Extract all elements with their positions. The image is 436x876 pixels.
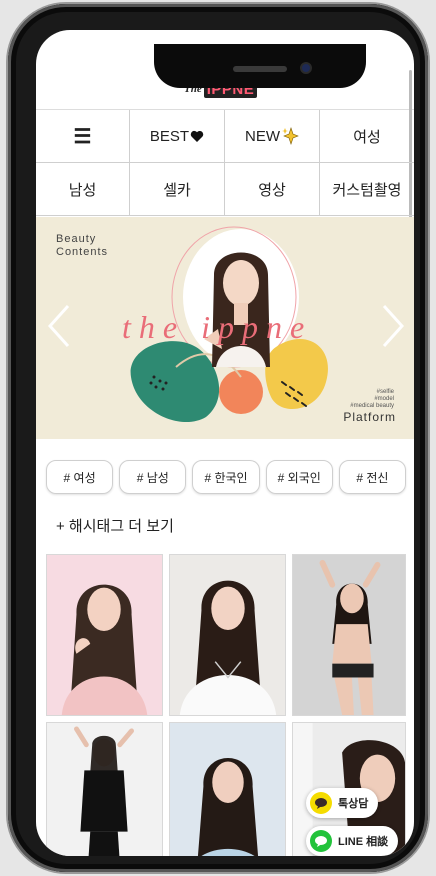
nav-item-new[interactable]: NEW — [225, 110, 320, 162]
hashtag-filter-bar: # 여성 # 남성 # 한국인 # 외국인 # 전신 — [46, 460, 407, 494]
nav-item-label: BEST — [149, 127, 190, 145]
model-photo-card[interactable] — [292, 554, 406, 716]
kakao-chat-label: 톡상담 — [338, 798, 369, 810]
more-hashtags-link[interactable]: + 해시태그 더 보기 — [56, 515, 174, 536]
banner-hashtag: #model — [374, 396, 394, 402]
nav-item-label: 셀카 — [163, 181, 191, 199]
model-photo-card[interactable] — [46, 554, 163, 716]
banner-label-line2: Contents — [56, 246, 109, 258]
banner-hashtag: #medical beauty — [350, 403, 394, 409]
model-photo — [293, 555, 405, 715]
nav-item-label: 커스텀촬영 — [332, 181, 402, 199]
nav-item-custom-shoot[interactable]: 커스텀촬영 — [320, 163, 414, 215]
kakao-chat-button[interactable]: 톡상담 — [306, 788, 379, 818]
heart-icon — [190, 130, 204, 142]
nav-item-label: 영상 — [258, 181, 286, 199]
category-nav: ☰ BEST NEW 여성 남성 셀카 영상 커스텀촬영 — [36, 110, 414, 216]
nav-row-1: ☰ BEST NEW 여성 — [36, 110, 414, 163]
carousel-next-arrow-icon[interactable] — [380, 303, 406, 349]
banner-label-line1: Beauty — [56, 233, 97, 245]
banner-hashtag: #selfie — [376, 389, 394, 395]
line-messenger-icon — [310, 830, 332, 852]
line-chat-label: LINE 相談 — [338, 836, 389, 848]
banner-label: Beauty Contents — [56, 233, 108, 259]
model-photo-card[interactable] — [169, 722, 286, 856]
mobile-screen: The IPPNE ☰ BEST NEW 여성 남성 셀카 영상 커스텀촬영 B… — [36, 30, 414, 856]
nav-row-2: 남성 셀카 영상 커스텀촬영 — [36, 163, 414, 216]
nav-item-best[interactable]: BEST — [130, 110, 225, 162]
nav-item-women[interactable]: 여성 — [320, 110, 414, 162]
sparkle-icon — [282, 127, 299, 145]
nav-item-men[interactable]: 남성 — [36, 163, 130, 215]
nav-item-label: NEW — [245, 127, 280, 145]
nav-item-video[interactable]: 영상 — [225, 163, 320, 215]
front-camera — [300, 62, 312, 74]
banner-platform-label: Platform — [343, 410, 396, 424]
model-photo — [47, 723, 162, 856]
phone-notch — [154, 44, 366, 88]
nav-item-selfie[interactable]: 셀카 — [130, 163, 225, 215]
kakao-talk-icon — [310, 792, 332, 814]
carousel-prev-arrow-icon[interactable] — [46, 303, 72, 349]
menu-icon: ☰ — [73, 125, 92, 148]
hamburger-menu-button[interactable]: ☰ — [36, 110, 130, 162]
model-photo — [47, 555, 162, 715]
model-photo — [170, 555, 285, 715]
speaker-grille — [233, 66, 287, 72]
hashtag-chip[interactable]: # 전신 — [338, 460, 407, 494]
nav-item-label: 여성 — [353, 128, 381, 146]
hashtag-chip[interactable]: # 외국인 — [265, 460, 333, 494]
hashtag-chip[interactable]: # 여성 — [46, 460, 114, 494]
banner-hashtags: #selfie #model #medical beauty — [350, 389, 394, 410]
model-photo-card[interactable] — [46, 722, 163, 856]
hashtag-chip[interactable]: # 한국인 — [192, 460, 260, 494]
nav-item-label: 남성 — [68, 181, 97, 199]
line-chat-button[interactable]: LINE 相談 — [306, 826, 399, 856]
model-photo-card[interactable] — [169, 554, 286, 716]
model-photo — [170, 723, 285, 856]
hero-banner[interactable]: Beauty Contents the ippne #selfie #model… — [36, 217, 414, 439]
hashtag-chip[interactable]: # 남성 — [119, 460, 187, 494]
banner-wordmark: the ippne — [122, 309, 313, 345]
